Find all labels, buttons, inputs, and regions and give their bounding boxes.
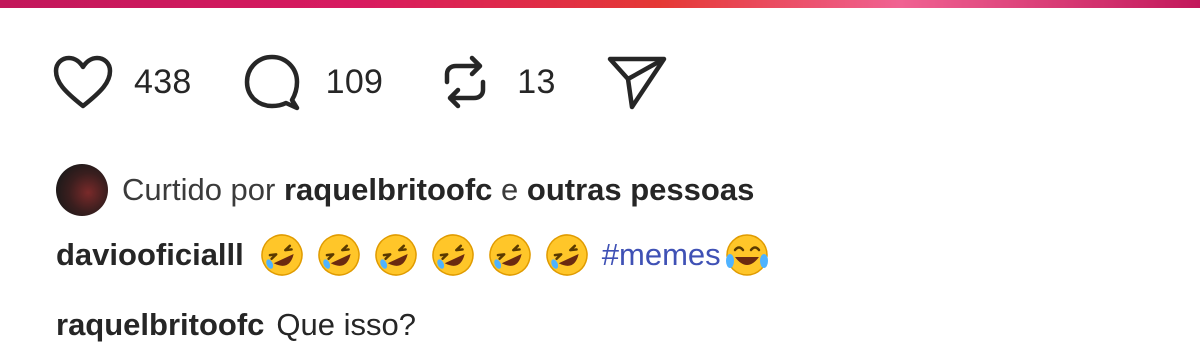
like-button[interactable]: 438 — [52, 54, 192, 110]
hashtag-link[interactable]: #memes — [602, 237, 721, 273]
liked-by-prefix: Curtido por — [122, 172, 276, 207]
heart-icon — [53, 55, 113, 109]
rofl-emoji — [486, 231, 534, 279]
comment-text: Que isso? — [276, 307, 416, 342]
rofl-emoji — [429, 231, 477, 279]
post-action-row: 438 109 13 — [52, 44, 668, 120]
repost-button[interactable]: 13 — [439, 52, 555, 112]
rofl-emoji — [543, 231, 591, 279]
repost-count: 13 — [517, 62, 556, 101]
comment-bubble-icon — [244, 54, 299, 111]
rofl-emoji — [372, 231, 420, 279]
comment-username-link[interactable]: raquelbritoofc — [56, 307, 264, 343]
liked-by-row: Curtido por raquelbritoofc e outras pess… — [56, 162, 754, 218]
top-accent-bar — [0, 0, 1200, 8]
rofl-emoji — [258, 231, 306, 279]
send-icon — [607, 56, 666, 110]
repost-icon — [445, 55, 486, 109]
rofl-emoji — [315, 231, 363, 279]
comment-row: raquelbritoofc Que isso? — [56, 298, 416, 352]
avatar[interactable] — [56, 164, 108, 216]
comment-button[interactable]: 109 — [242, 52, 384, 112]
liked-by-joiner: e — [501, 172, 519, 207]
like-count: 438 — [134, 62, 192, 101]
comment-count: 109 — [325, 62, 384, 101]
share-button[interactable] — [606, 53, 668, 111]
joy-emoji — [723, 231, 771, 279]
caption-row: daviooficialll #memes — [56, 226, 780, 284]
caption-username-link[interactable]: daviooficialll — [56, 237, 244, 273]
liked-by-user-link[interactable]: raquelbritoofc — [284, 172, 492, 207]
liked-by-others-link[interactable]: outras pessoas — [527, 172, 754, 207]
liked-by-text: Curtido por raquelbritoofc e outras pess… — [122, 172, 754, 208]
